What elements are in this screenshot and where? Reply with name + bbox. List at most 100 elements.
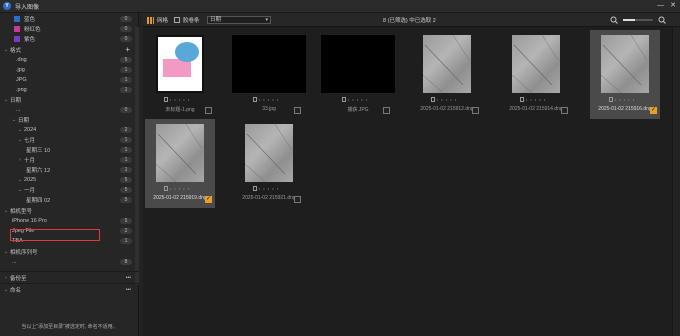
serial-filter-item[interactable]: ... 8 [0,257,135,266]
add-format-button[interactable]: + [125,45,130,54]
section-camera-serial[interactable]: ⌄ 相机序列号 [0,247,135,256]
thumbnail-checkbox[interactable] [561,107,568,114]
rating-stars[interactable]: • • • • • [323,97,393,102]
chevron-right-icon[interactable]: › [16,157,24,163]
thumbnail-tile[interactable]: • • • • • 2025-01-02 215916.dng ✓ [590,30,660,119]
date-filter-item[interactable]: 星期六 12 1 [0,165,135,174]
color-filter-item[interactable]: 紫色 0 [0,34,135,43]
filter-label: 紫色 [24,36,36,43]
date-filter-item[interactable]: ⌄ 一月 5 [0,185,135,194]
thumbnail-tile[interactable]: • • • • • 捕获.JPG [321,30,395,119]
tab-filmstrip[interactable]: 胶卷条 [174,16,200,24]
chevron-down-icon[interactable]: ⌄ [16,127,24,133]
date-filter-item[interactable]: › 十月 1 [0,155,135,164]
sidebar-scrollbar[interactable] [135,27,139,285]
thumbnail-image[interactable] [601,35,649,93]
more-icon[interactable]: ••• [126,275,131,281]
thumbnail-image[interactable] [156,124,204,182]
thumbnail-tile[interactable]: • • • • • 2025-01-02 215912.dng [412,30,482,119]
thumbnail-checkbox[interactable]: ✓ [205,196,212,203]
section-date[interactable]: ⌄ 日期 [0,95,135,104]
zoom-slider[interactable] [623,19,653,21]
divider [0,283,139,284]
thumbnail-checkbox[interactable]: ✓ [650,107,657,114]
chevron-down-icon[interactable]: ⌄ [10,117,18,123]
chevron-down-icon[interactable]: ⌄ [16,177,24,183]
section-naming[interactable]: ⌄ 命名 ••• [0,285,135,294]
thumbnail-image[interactable] [245,124,293,182]
tab-filmstrip-label: 胶卷条 [183,18,200,24]
thumbnail-checkbox[interactable] [205,107,212,114]
chevron-down-icon[interactable]: ⌄ [2,287,10,293]
filter-label: 一月 [24,187,36,194]
zoom-out-icon[interactable] [610,16,618,24]
minimize-button[interactable]: — [657,2,664,10]
rating-stars[interactable]: • • • • • [412,97,482,102]
thumbnail-tile[interactable]: • • • • • 33.jpg [232,30,306,119]
format-filter-item[interactable]: .jpg 1 [0,65,135,74]
thumbnail-image[interactable] [321,35,395,93]
close-button[interactable]: ✕ [670,2,676,10]
chevron-down-icon[interactable]: ⌄ [2,208,10,214]
thumbnail-image[interactable] [232,35,306,93]
date-filter-item[interactable]: ⌄ 2025 5 [0,175,135,184]
filter-label: 相机序列号 [10,249,38,256]
tab-grid[interactable]: 网格 [147,16,168,24]
chevron-down-icon[interactable]: ⌄ [2,97,10,103]
thumbnail-tile[interactable]: • • • • • 2025-01-02 215919.dng ✓ [145,119,215,208]
filter-label: 命名 [10,287,22,294]
grid-scrollbar[interactable] [672,27,680,336]
rating-stars[interactable]: • • • • • [145,186,215,191]
date-filter-item[interactable]: ⌄ 七月 1 [0,135,135,144]
filter-label: 备份至 [10,275,27,282]
thumbnail-tile[interactable]: • • • • • 2025-01-02 215921.dng [234,119,304,208]
rating-stars[interactable]: • • • • • [145,97,215,102]
color-filter-item[interactable]: 粉红色 0 [0,24,135,33]
chevron-down-icon[interactable]: ⌄ [2,249,10,255]
thumbnail-checkbox[interactable] [472,107,479,114]
sort-value: 日期 [210,17,222,23]
color-swatch [14,25,20,32]
filter-label: 蓝色 [24,16,36,23]
thumbnail-tile[interactable]: • • • • • 未标题-1.png [145,30,215,119]
thumbnail-checkbox[interactable] [294,196,301,203]
thumbnail-checkbox[interactable] [383,107,390,114]
count-badge: 0 [120,106,132,113]
camera-filter-item[interactable]: iPhone 16 Pro 5 [0,216,135,225]
format-filter-item[interactable]: .dng 5 [0,55,135,64]
chevron-down-icon: ▾ [265,17,268,23]
count-badge: 1 [120,66,132,73]
date-filter-item[interactable]: 星期四 02 5 [0,195,135,204]
date-filter-item[interactable]: ⌄ 日期 [0,115,135,124]
zoom-in-icon[interactable] [658,16,666,24]
thumbnail-image[interactable] [512,35,560,93]
rating-stars[interactable]: • • • • • [501,97,571,102]
rating-stars[interactable]: • • • • • [590,97,660,102]
highlight-box [10,229,100,241]
section-format[interactable]: ⌄ 格式 + [0,45,135,54]
thumbnail-image[interactable] [423,35,471,93]
selection-status: 8 (已筛选) 中已选取 2 [383,18,436,24]
count-badge: 2 [120,126,132,133]
rating-stars[interactable]: • • • • • [234,186,304,191]
more-icon[interactable]: ••• [126,287,131,293]
filter-label: 日期 [10,97,22,104]
format-filter-item[interactable]: JPG 1 [0,75,135,84]
section-backup[interactable]: › 备份至 ••• [0,273,135,282]
section-camera-model[interactable]: ⌄ 相机型号 [0,206,135,215]
filter-label: ... [16,106,21,113]
color-filter-item[interactable]: 蓝色 0 [0,14,135,23]
format-filter-item[interactable]: .png 1 [0,85,135,94]
rating-stars[interactable]: • • • • • [234,97,304,102]
date-filter-item[interactable]: ⌄ 2024 2 [0,125,135,134]
chevron-down-icon[interactable]: ⌄ [2,47,10,53]
date-filter-item[interactable]: 星期三 10 1 [0,145,135,154]
sort-dropdown[interactable]: 日期 ▾ [207,16,271,24]
chevron-down-icon[interactable]: ⌄ [16,187,24,193]
chevron-right-icon[interactable]: › [2,275,10,281]
date-filter-item[interactable]: ... 0 [0,105,135,114]
chevron-down-icon[interactable]: ⌄ [16,137,24,143]
thumbnail-checkbox[interactable] [294,107,301,114]
thumbnail-image[interactable] [156,35,204,93]
thumbnail-tile[interactable]: • • • • • 2025-01-02 215914.dng [501,30,571,119]
